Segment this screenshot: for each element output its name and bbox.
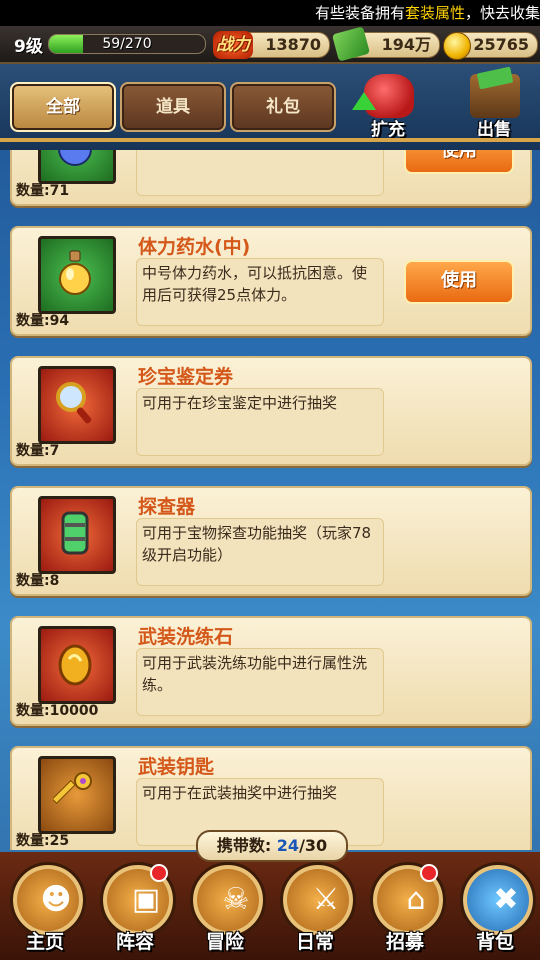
item-quantity: 数量:10000 [16,703,99,719]
notification-dot [150,864,168,882]
power-icon: 战力 [213,31,253,59]
potion-blue-icon [58,150,92,166]
nav-adventure-label: 冒险 [205,931,244,953]
xp-text: 59/270 [102,36,152,52]
item-title: 体力药水(中) [138,236,251,258]
carry-capacity: 携带数: 24/30 [196,830,348,862]
sell-label: 出售 [477,120,511,140]
list-item: 武装洗练石 可用于武装洗练功能中进行属性洗练。 数量:10000 [10,616,532,726]
item-quantity: 数量:71 [16,183,70,199]
item-title: 探查器 [138,496,196,518]
marquee-prefix: 有些装备拥有 [314,4,405,22]
magnifier-icon [56,382,92,424]
nav-recruit-label: 招募 [385,931,424,953]
tab-divider [0,138,540,142]
status-bar: 9级 59/270 战力 13870 194万 25765 [0,26,540,64]
carry-current: 24 [276,836,300,855]
money-display[interactable]: 194万 [331,26,440,62]
skull-hat-icon: ☠ [222,882,250,917]
notification-dot [420,864,438,882]
expand-button[interactable]: 扩充 [350,70,426,142]
use-button[interactable]: 使用 [404,150,514,174]
nav-adventure[interactable]: ☠ 冒险 [182,862,268,958]
item-title: 武装钥匙 [138,756,215,778]
nav-daily-label: 日常 [295,931,334,953]
money-value: 194万 [381,35,431,54]
item-icon-frame [38,366,116,444]
nav-formation[interactable]: ▣ 阵容 [92,862,178,958]
coins-value: 25765 [473,35,529,54]
use-button[interactable]: 使用 [404,260,514,304]
bag-tab-bar: 全部 道具 礼包 扩充 出售 [0,64,540,150]
nav-bag-label: 背包 [475,931,514,953]
money-icon [331,26,371,62]
item-description: 饮用后可获得5点耐力。 [136,150,384,196]
nav-bag[interactable]: ✖ 背包 [452,862,538,958]
item-description: 可用于宝物探查功能抽奖（玩家78级开启功能） [136,518,384,586]
potion-yellow-icon [59,250,91,295]
tavern-icon: ⌂ [406,882,426,917]
item-quantity: 数量:7 [16,443,60,459]
item-icon-frame [38,236,116,314]
bag-icon: ✖ [493,882,519,917]
nav-daily[interactable]: ⚔ 日常 [272,862,358,958]
item-icon-frame [38,150,116,184]
coin-icon [443,32,471,60]
detector-icon [61,511,89,555]
list-item: 饮用后可获得5点耐力。 使用 数量:71 [10,150,532,206]
marquee-suffix: ，快去收集 [464,4,540,22]
marquee-highlight: 套装属性 [404,4,465,22]
home-icon: ☻ [40,882,72,917]
key-icon [53,772,92,804]
power-display: 战力 13870 [213,31,330,59]
swords-icon: ⚔ [312,882,340,917]
up-arrow-icon [352,92,376,110]
sell-button[interactable]: 出售 [456,66,532,142]
nav-home-label: 主页 [25,931,64,953]
item-description: 可用于在珍宝鉴定中进行抽奖 [136,388,384,456]
item-quantity: 数量:25 [16,833,70,849]
expand-label: 扩充 [371,120,405,140]
list-item: 体力药水(中) 中号体力药水，可以抵抗困意。使用后可获得25点体力。 使用 数量… [10,226,532,336]
item-title: 武装洗练石 [138,626,234,648]
item-quantity: 数量:94 [16,313,70,329]
item-icon-frame [38,626,116,704]
item-list[interactable]: 饮用后可获得5点耐力。 使用 数量:71 体力药水(中) 中号体力药水，可以抵抗… [0,150,540,850]
player-level: 9级 [14,37,43,57]
nav-home[interactable]: ☻ 主页 [2,862,88,958]
list-item: 探查器 可用于宝物探查功能抽奖（玩家78级开启功能） 数量:8 [10,486,532,596]
carry-max: /30 [299,836,328,855]
item-description: 中号体力药水，可以抵抗困意。使用后可获得25点体力。 [136,258,384,326]
xp-bar: 59/270 [48,34,206,54]
bottom-nav: ☻ 主页 ▣ 阵容 ☠ 冒险 ⚔ 日常 ⌂ 招募 ✖ 背包 [0,852,540,960]
tab-items[interactable]: 道具 [120,82,226,132]
announcement-marquee: 有些装备拥有套装属性，快去收集 [0,0,540,26]
item-title: 珍宝鉴定券 [138,366,234,388]
item-quantity: 数量:8 [16,573,60,589]
item-description: 可用于武装洗练功能中进行属性洗练。 [136,648,384,716]
list-item: 珍宝鉴定券 可用于在珍宝鉴定中进行抽奖 数量:7 [10,356,532,466]
item-icon-frame [38,496,116,574]
tab-gifts[interactable]: 礼包 [230,82,336,132]
gem-stone-icon [58,644,92,686]
tab-all[interactable]: 全部 [10,82,116,132]
nav-recruit[interactable]: ⌂ 招募 [362,862,448,958]
coins-display[interactable]: 25765 [443,32,538,60]
item-icon-frame [38,756,116,834]
nav-formation-label: 阵容 [115,931,154,953]
carry-label: 携带数: [216,836,272,855]
power-value: 13870 [265,35,321,54]
formation-icon: ▣ [131,882,161,917]
